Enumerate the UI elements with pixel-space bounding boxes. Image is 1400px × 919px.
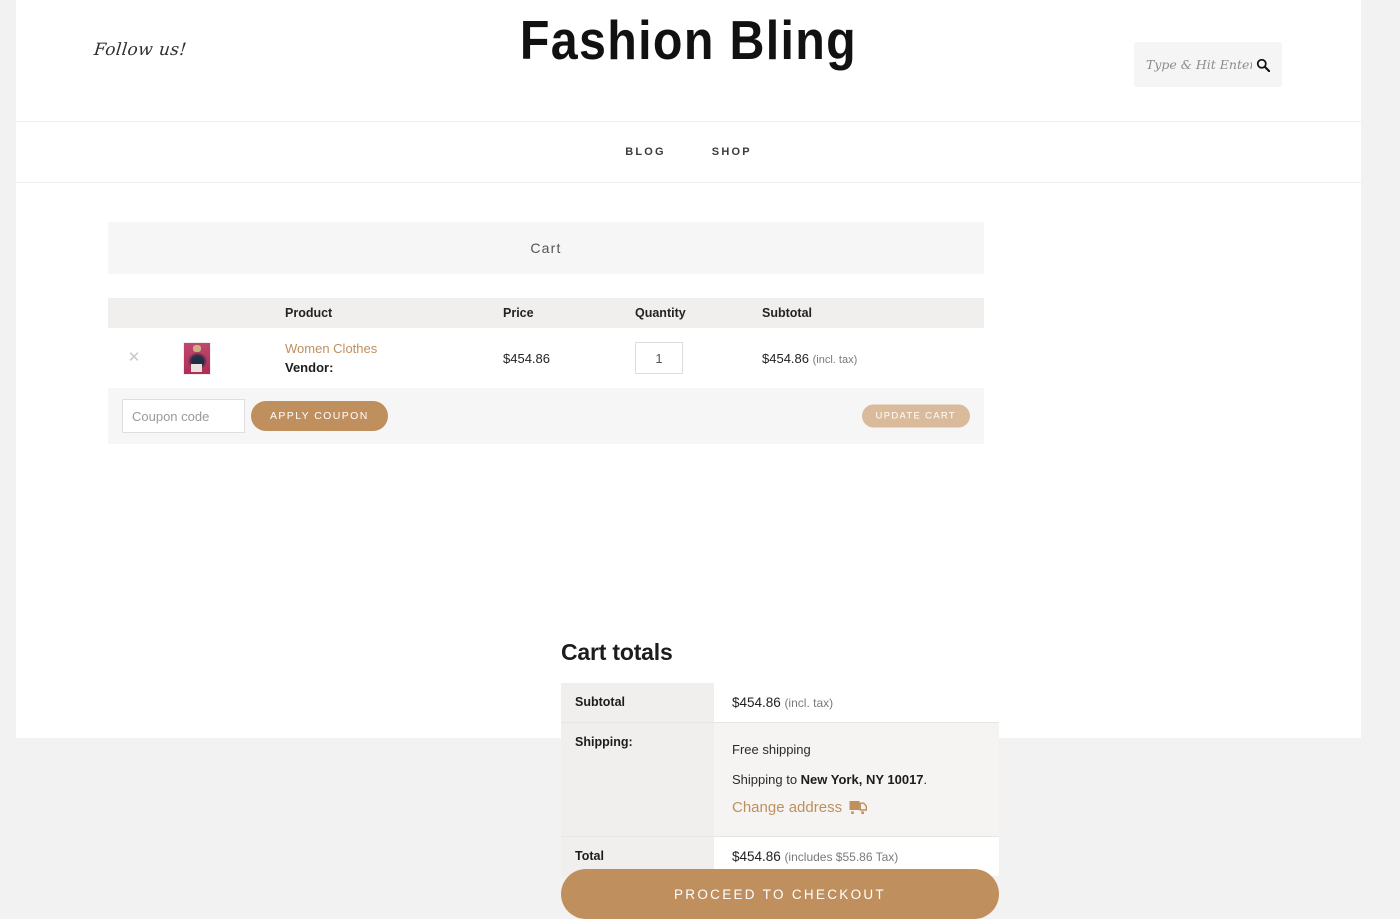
cart-table: Product Price Quantity Subtotal ✕ Women … xyxy=(108,298,984,388)
search-icon[interactable] xyxy=(1256,58,1270,72)
shipping-destination: New York, NY 10017 xyxy=(800,772,924,787)
cell-remove: ✕ xyxy=(108,328,170,388)
close-icon[interactable]: ✕ xyxy=(124,348,144,368)
totals-row-shipping: Shipping: Free shipping Shipping to New … xyxy=(561,722,999,837)
shipping-to-suffix: . xyxy=(923,772,928,787)
delivery-truck-icon xyxy=(849,798,868,824)
search-box[interactable] xyxy=(1134,42,1282,87)
subtotal-amount: $454.86 xyxy=(732,695,781,710)
cart-totals-table: Subtotal $454.86 (incl. tax) Shipping: F… xyxy=(561,683,999,876)
proceed-to-checkout-button[interactable]: PROCEED TO CHECKOUT xyxy=(561,869,999,919)
subtotal-tax-note: (incl. tax) xyxy=(784,696,834,710)
coupon-code-input[interactable] xyxy=(122,399,245,433)
shipping-to-prefix: Shipping to xyxy=(732,772,801,787)
totals-label-subtotal: Subtotal xyxy=(561,683,714,723)
line-subtotal-tax-note: (incl. tax) xyxy=(812,353,858,366)
page-frame: Follow us! Fashion Bling BLOG SHOP Cart xyxy=(16,0,1361,919)
cart-totals-section: Cart totals Subtotal $454.86 (incl. tax)… xyxy=(561,639,999,876)
cart-table-header-row: Product Price Quantity Subtotal xyxy=(108,298,984,328)
column-header-subtotal: Subtotal xyxy=(762,298,984,328)
cell-subtotal: $454.86 (incl. tax) xyxy=(762,328,984,388)
nav-item-shop[interactable]: SHOP xyxy=(712,146,752,158)
total-tax-note: (includes $55.86 Tax) xyxy=(784,850,899,864)
shipping-method: Free shipping xyxy=(732,742,811,757)
total-amount: $454.86 xyxy=(732,849,781,864)
column-header-price: Price xyxy=(503,298,635,328)
cell-thumbnail xyxy=(170,328,285,388)
main-content: Cart Product Price Quantity Subtotal ✕ W… xyxy=(16,183,1361,919)
site-header: Follow us! Fashion Bling xyxy=(16,0,1361,122)
cart-heading: Cart xyxy=(108,222,984,274)
quantity-stepper[interactable] xyxy=(635,342,683,374)
column-header-remove xyxy=(108,298,170,328)
cart-section: Cart Product Price Quantity Subtotal ✕ W… xyxy=(108,222,984,444)
product-thumbnail[interactable] xyxy=(183,341,211,375)
line-subtotal-amount: $454.86 xyxy=(762,350,809,366)
product-vendor-label: Vendor: xyxy=(285,359,334,375)
search-input[interactable] xyxy=(1146,57,1252,72)
change-address-link[interactable]: Change address xyxy=(732,795,868,824)
totals-row-subtotal: Subtotal $454.86 (incl. tax) xyxy=(561,683,999,723)
column-header-quantity: Quantity xyxy=(635,298,762,328)
column-header-product: Product xyxy=(285,298,503,328)
cart-totals-title: Cart totals xyxy=(561,639,673,665)
update-cart-button[interactable]: UPDATE CART xyxy=(861,404,970,428)
totals-value-subtotal: $454.86 (incl. tax) xyxy=(714,683,999,723)
site-title: Fashion Bling xyxy=(519,9,858,71)
cell-price: $454.86 xyxy=(503,328,635,388)
column-header-thumbnail xyxy=(170,298,285,328)
cell-product: Women Clothes Vendor: xyxy=(285,328,503,388)
coupon-row: APPLY COUPON UPDATE CART xyxy=(108,388,984,444)
main-navigation: BLOG SHOP xyxy=(16,122,1361,183)
nav-item-blog[interactable]: BLOG xyxy=(625,146,666,158)
product-name-link[interactable]: Women Clothes xyxy=(285,340,503,358)
totals-label-shipping: Shipping: xyxy=(561,722,714,837)
shipping-destination-line: Shipping to New York, NY 10017. xyxy=(732,765,999,795)
apply-coupon-button[interactable]: APPLY COUPON xyxy=(251,401,388,431)
totals-value-shipping: Free shipping Shipping to New York, NY 1… xyxy=(714,722,999,837)
cell-quantity xyxy=(635,328,762,388)
table-row: ✕ Women Clothes Vendor: $454.86 1 $454.8… xyxy=(108,328,984,388)
change-address-label: Change address xyxy=(732,799,843,816)
